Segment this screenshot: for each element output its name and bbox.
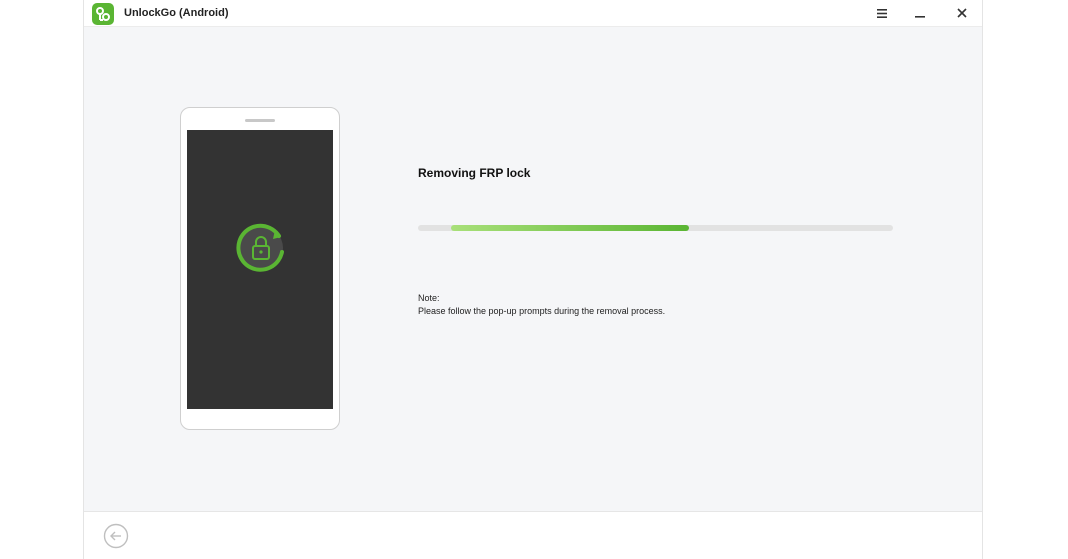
close-button[interactable] [951,3,973,23]
progress-fill [451,225,689,231]
note-text: Please follow the pop-up prompts during … [418,306,666,316]
menu-icon [877,8,887,18]
window-title: UnlockGo (Android) [124,7,229,19]
title-bar[interactable]: UnlockGo (Android) [84,0,982,27]
minimize-icon [915,16,925,18]
app-window: UnlockGo (Android) Removing FRP lock Not… [83,0,983,559]
back-arrow-icon[interactable] [103,523,129,549]
menu-button[interactable] [871,3,893,23]
phone-screen [187,130,333,409]
progress-bar [418,225,893,231]
unlockgo-logo-icon [92,3,114,25]
footer [84,511,982,559]
phone-speaker [245,119,275,122]
note-label: Note: [418,293,440,303]
main-content: Removing FRP lock Note: Please follow th… [84,27,982,511]
close-icon [957,8,967,18]
note: Note: Please follow the pop-up prompts d… [418,292,665,318]
minimize-button[interactable] [909,3,931,23]
status-title: Removing FRP lock [418,166,531,180]
lock-refresh-icon [236,223,284,272]
phone-illustration [180,107,340,430]
